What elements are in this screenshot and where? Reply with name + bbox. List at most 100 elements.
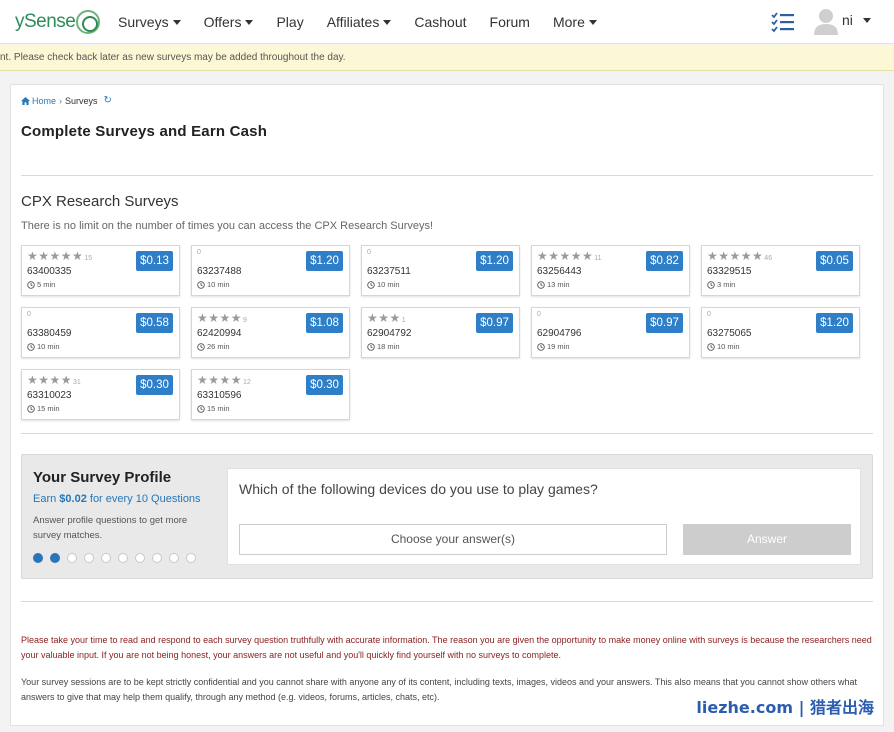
earn-suffix: for every 10 Questions	[86, 493, 201, 505]
survey-duration: 19 min	[537, 342, 570, 351]
survey-tile[interactable]: ★★★★★15 63400335 5 min $0.13	[21, 245, 180, 296]
survey-price-button[interactable]: $0.97	[646, 313, 683, 333]
clock-icon	[197, 280, 205, 289]
survey-tile[interactable]: ★★★★9 62420994 26 min $1.08	[191, 307, 350, 358]
clock-icon	[537, 342, 545, 351]
earn-prefix: Earn	[33, 493, 60, 505]
honesty-warning: Please take your time to read and respon…	[21, 635, 872, 660]
survey-id: 63329515	[707, 266, 752, 277]
ysense-logo[interactable]: ySense	[15, 8, 101, 36]
survey-price-button[interactable]: $0.97	[476, 313, 513, 333]
survey-duration: 10 min	[367, 280, 400, 289]
survey-tile[interactable]: 0 63237511 10 min $1.20	[361, 245, 520, 296]
notice-banner: nt. Please check back later as new surve…	[0, 45, 894, 71]
survey-price-button[interactable]: $1.08	[306, 313, 343, 333]
duration-text: 10 min	[207, 280, 230, 289]
star-icon: ★★★★	[197, 373, 243, 387]
duration-text: 3 min	[717, 280, 736, 289]
refresh-icon[interactable]: ↻	[104, 95, 112, 106]
clock-icon	[707, 280, 715, 289]
survey-tile[interactable]: 0 63380459 10 min $0.58	[21, 307, 180, 358]
nav-item-forum[interactable]: Forum	[490, 14, 530, 30]
survey-price-button[interactable]: $1.20	[816, 313, 853, 333]
nav-item-label: More	[552, 14, 585, 30]
breadcrumb: Home › Surveys ↻	[21, 95, 112, 106]
clock-icon	[367, 342, 375, 351]
survey-tile[interactable]: ★★★1 62904792 18 min $0.97	[361, 307, 520, 358]
profile-question: Which of the following devices do you us…	[239, 481, 598, 497]
duration-text: 15 min	[37, 404, 60, 413]
survey-price-button[interactable]: $0.82	[646, 251, 683, 271]
chevron-down-icon	[588, 19, 597, 25]
duration-text: 5 min	[37, 280, 56, 289]
profile-description: Answer profile questions to get more sur…	[33, 515, 188, 541]
home-icon	[21, 96, 30, 105]
clock-icon	[27, 404, 35, 413]
clock-icon	[707, 342, 715, 351]
nav-item-affiliates[interactable]: Affiliates	[327, 14, 392, 30]
star-icon: ★★★★★	[707, 249, 764, 263]
survey-price-button[interactable]: $0.30	[306, 375, 343, 395]
nav-item-offers[interactable]: Offers	[204, 14, 254, 30]
rating-count: 1	[401, 317, 406, 324]
nav-item-label: Affiliates	[326, 14, 380, 30]
rating-count: 46	[764, 255, 773, 262]
user-name[interactable]: ni	[842, 12, 853, 28]
survey-id: 63237511	[367, 266, 411, 277]
divider	[21, 433, 873, 434]
breadcrumb-home[interactable]: Home	[21, 96, 56, 106]
survey-duration: 5 min	[27, 280, 55, 289]
rating-count: 9	[243, 317, 247, 324]
progress-dot	[135, 553, 145, 563]
survey-tile[interactable]: 0 63275065 10 min $1.20	[701, 307, 860, 358]
progress-dots	[33, 553, 203, 563]
duration-text: 10 min	[717, 342, 740, 351]
progress-dot	[169, 553, 179, 563]
survey-duration: 3 min	[707, 280, 735, 289]
survey-price-button[interactable]: $1.20	[476, 251, 513, 271]
clock-icon	[367, 280, 375, 289]
survey-duration: 18 min	[367, 342, 400, 351]
star-icon: ★★★★★	[27, 249, 84, 263]
nav-item-surveys[interactable]: Surveys	[118, 14, 181, 30]
survey-price-button[interactable]: $0.13	[136, 251, 173, 271]
page-title: Complete Surveys and Earn Cash	[21, 123, 268, 140]
survey-tile[interactable]: 0 63237488 10 min $1.20	[191, 245, 350, 296]
cpx-section-subtitle: There is no limit on the number of times…	[21, 220, 434, 232]
checklist-icon[interactable]	[771, 11, 795, 33]
survey-tile[interactable]: ★★★★12 63310596 15 min $0.30	[191, 369, 350, 420]
progress-dot	[186, 553, 196, 563]
survey-tile[interactable]: ★★★★31 63310023 15 min $0.30	[21, 369, 180, 420]
survey-price-button[interactable]: $0.58	[136, 313, 173, 333]
survey-price-button[interactable]: $0.30	[136, 375, 173, 395]
clock-icon	[537, 280, 545, 289]
survey-price-button[interactable]: $1.20	[306, 251, 343, 271]
survey-tile[interactable]: ★★★★★11 63256443 13 min $0.82	[531, 245, 690, 296]
nav-item-more[interactable]: More	[553, 14, 597, 30]
user-avatar-icon[interactable]	[814, 7, 838, 35]
star-rating: ★★★★12	[197, 374, 251, 389]
nav-item-play[interactable]: Play	[276, 14, 303, 30]
survey-tile[interactable]: 0 62904796 19 min $0.97	[531, 307, 690, 358]
choose-answer-select[interactable]: Choose your answer(s)	[239, 524, 667, 555]
progress-dot	[101, 553, 111, 563]
survey-id: 63310023	[27, 390, 72, 401]
nav-item-cashout[interactable]: Cashout	[414, 14, 466, 30]
survey-tile[interactable]: ★★★★★46 63329515 3 min $0.05	[701, 245, 860, 296]
progress-dot	[50, 553, 60, 563]
survey-duration: 15 min	[27, 404, 60, 413]
earn-amount: $0.02	[59, 493, 87, 505]
watermark: liezhe.com | 猎者出海	[696, 698, 874, 717]
main-nav: Surveys Offers Play Affiliates Cashout Forum M…	[118, 0, 620, 44]
rating-count: 0	[537, 311, 541, 318]
nav-item-label: Offers	[203, 14, 242, 30]
survey-duration: 10 min	[27, 342, 60, 351]
rating-count: 0	[27, 311, 31, 318]
chevron-down-icon	[245, 19, 254, 25]
progress-dot	[152, 553, 162, 563]
divider	[21, 601, 873, 602]
chevron-down-icon[interactable]	[863, 18, 871, 23]
survey-price-button[interactable]: $0.05	[816, 251, 853, 271]
answer-button[interactable]: Answer	[683, 524, 851, 555]
duration-text: 15 min	[207, 404, 230, 413]
